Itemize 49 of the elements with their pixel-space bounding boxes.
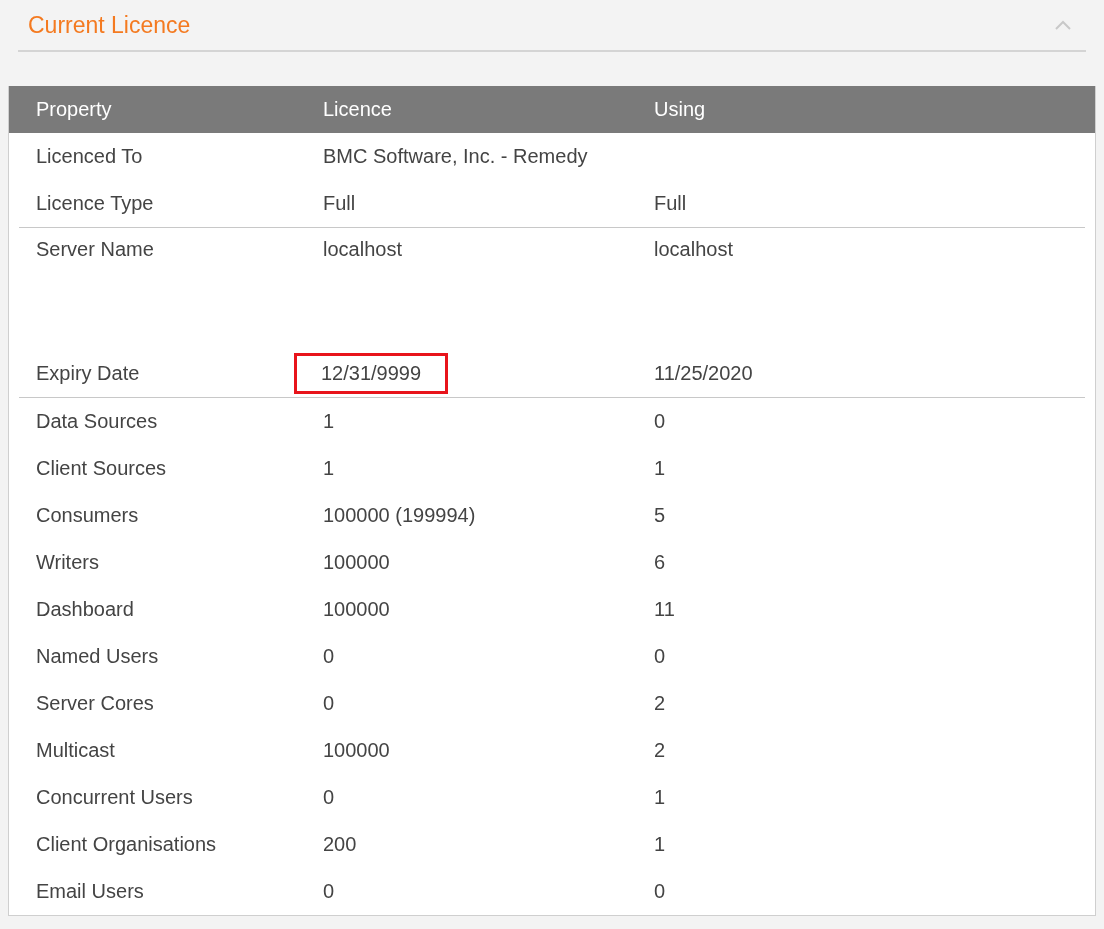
using-cell: 5 [654,504,666,527]
using-cell: 11 [654,598,675,621]
licence-cell: 200 [323,833,357,856]
licence-cell: BMC Software, Inc. - Remedy [323,145,588,168]
licence-cell: 0 [323,692,335,715]
licence-cell: 0 [323,645,335,668]
licence-cell: 1 [323,410,335,433]
property-cell: Client Organisations [36,833,217,856]
licence-cell: 0 [323,786,335,809]
using-cell: 2 [654,739,666,762]
using-cell: 6 [654,551,666,574]
property-cell: Server Cores [36,692,154,715]
licence-cell: localhost [323,238,402,261]
licence-cell: 1 [323,457,335,480]
using-cell: 1 [654,457,666,480]
property-cell: Server Name [36,238,154,261]
property-cell: Data Sources [36,410,158,433]
using-cell: 0 [654,645,666,668]
licence-cell: 0 [323,880,335,903]
licence-cell: 100000 [323,598,390,621]
licence-cell: 100000 [323,739,390,762]
using-cell: 1 [654,833,666,856]
using-cell: Full [654,192,687,215]
property-cell: Dashboard [36,598,134,621]
property-cell: Licence Type [36,192,154,215]
licence-cell: Full [323,192,356,215]
property-cell: Licenced To [36,145,143,168]
using-cell: 0 [654,880,666,903]
property-cell: Writers [36,551,99,574]
licence-cell: 100000 (199994) [323,504,476,527]
property-cell: Consumers [36,504,139,527]
using-cell: 0 [654,410,666,433]
column-header: Using [654,98,707,121]
using-cell: 1 [654,786,666,809]
using-cell: localhost [654,238,733,261]
property-cell: Multicast [36,739,115,762]
highlighted-licence-cell: 12/31/9999 [297,356,446,391]
chevron-icon[interactable] [1054,19,1072,31]
property-cell: Expiry Date [36,362,140,385]
licence-cell: 100000 [323,551,390,574]
using-cell: 11/25/2020 [654,362,753,385]
property-cell: Named Users [36,645,159,668]
using-cell: 2 [654,692,666,715]
property-cell: Concurrent Users [36,786,193,809]
column-header: Licence [323,98,393,121]
column-header: Property [36,98,113,121]
property-cell: Email Users [36,880,144,903]
panel-title: Current Licence [28,11,191,39]
property-cell: Client Sources [36,457,167,480]
